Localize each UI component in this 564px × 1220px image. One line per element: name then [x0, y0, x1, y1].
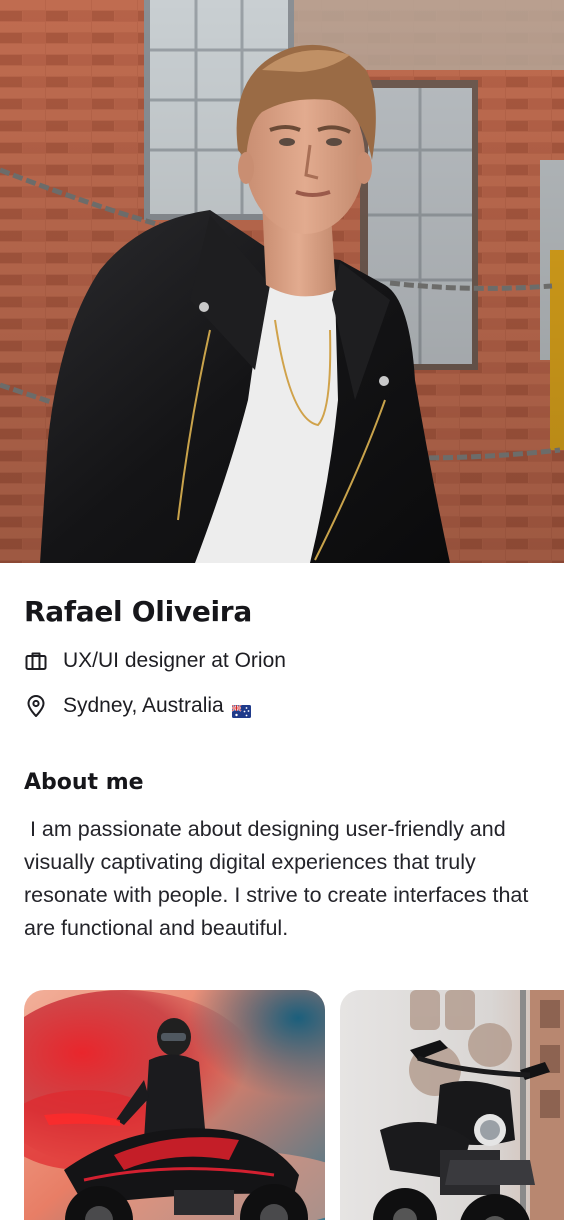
about-description: I am passionate about designing user-fri…: [24, 817, 535, 940]
job-row: UX/UI designer at Orion: [24, 648, 544, 674]
location-text: Sydney, Australia: [63, 694, 224, 717]
location-row: Sydney, Australia: [24, 693, 544, 719]
photo-gallery[interactable]: [24, 990, 564, 1220]
profile-name: Rafael Oliveira: [24, 595, 252, 628]
australia-flag-icon: [231, 700, 251, 718]
briefcase-icon: [24, 649, 48, 673]
profile-header: Rafael Oliveira UX/UI designer at Orion …: [24, 590, 544, 719]
gallery-photo-1[interactable]: [24, 990, 325, 1220]
profile-cover-photo: [0, 0, 564, 563]
job-title: UX/UI designer at Orion: [63, 649, 286, 672]
about-section-title: About me: [24, 770, 144, 795]
location-pin-icon: [24, 694, 48, 718]
gallery-photo-2[interactable]: [340, 990, 564, 1220]
